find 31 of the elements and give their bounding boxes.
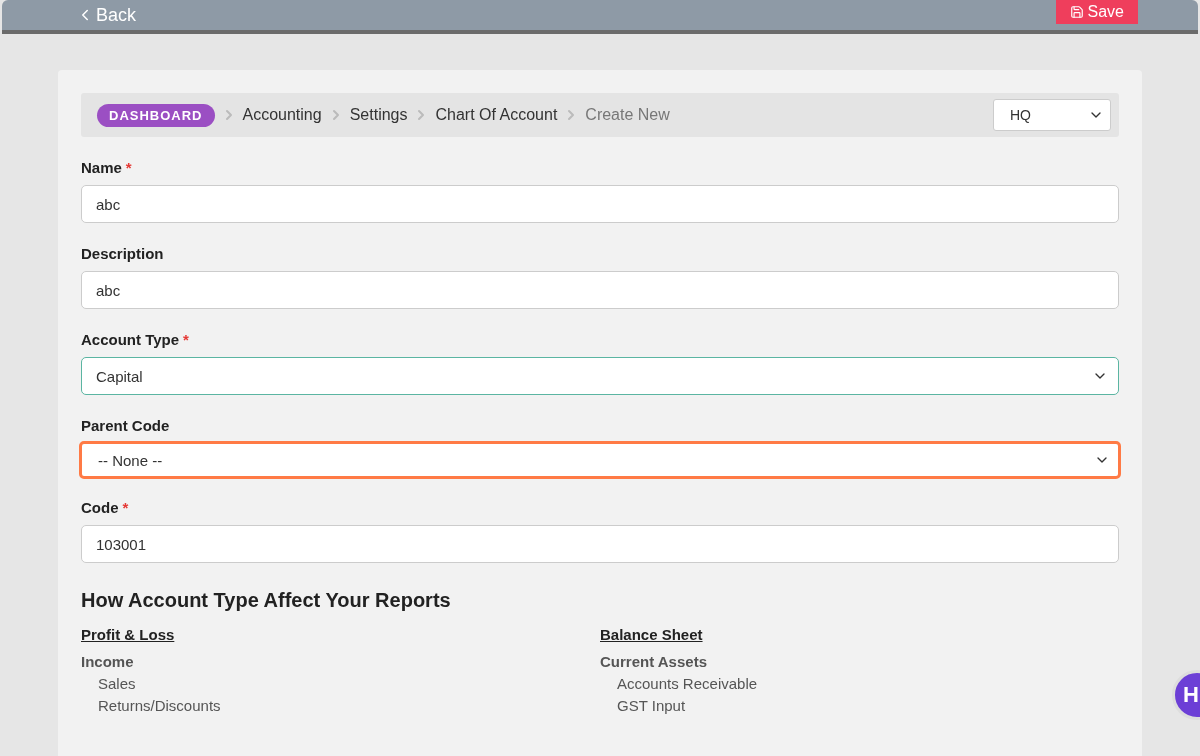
required-mark: *	[125, 159, 132, 176]
account-item: Accounts Receivable	[616, 675, 759, 692]
field-label: Parent Code	[81, 417, 170, 434]
select-field[interactable]: -- None --	[79, 441, 1121, 479]
column-heading: Balance Sheet	[600, 626, 704, 643]
required-mark: *	[122, 499, 129, 516]
group-label: Income	[81, 653, 135, 670]
field-label: Name	[81, 159, 122, 176]
account-item: Returns/Discounts	[97, 697, 222, 714]
field-label: Code	[81, 499, 119, 516]
field-label: Description	[81, 245, 164, 262]
branch-select[interactable]: HQ	[993, 99, 1111, 131]
field-label: Account Type	[81, 331, 180, 348]
save-icon	[1069, 5, 1084, 19]
breadcrumb-link[interactable]: Chart Of Account	[435, 106, 558, 124]
breadcrumb-link[interactable]: DASHBOARD	[97, 103, 215, 127]
section-title: How Account Type Affect Your Reports	[81, 589, 452, 612]
breadcrumb-link[interactable]: Accounting	[242, 106, 322, 124]
breadcrumb-current: Create New	[585, 106, 670, 124]
account-item: GST Input	[616, 697, 687, 714]
select-field[interactable]: Capital	[81, 357, 1119, 395]
help-button[interactable]: H	[1172, 670, 1200, 720]
required-mark: *	[183, 331, 189, 348]
account-item: Sales	[97, 675, 137, 692]
input-field[interactable]: abc	[81, 271, 1119, 309]
input-field[interactable]: abc	[81, 185, 1119, 223]
input-field[interactable]: 103001	[81, 525, 1119, 563]
save-button[interactable]: Save	[1055, 0, 1138, 24]
column-heading: Profit & Loss	[81, 626, 176, 643]
breadcrumb-link[interactable]: Settings	[349, 106, 408, 124]
group-label: Current Assets	[600, 653, 708, 670]
